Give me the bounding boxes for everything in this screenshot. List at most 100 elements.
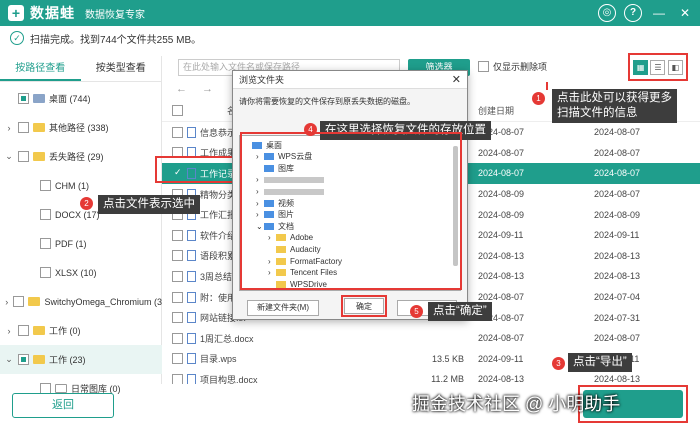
sidebar-item[interactable]: ⌄ 工作 (23) — [0, 345, 162, 374]
folder-icon — [55, 384, 67, 393]
row-checkbox[interactable] — [172, 229, 183, 241]
row-checkbox[interactable] — [172, 250, 183, 262]
sidebar-item-label: SwitchyOmega_Chromium (3 — [44, 296, 162, 307]
sidebar-item-checkbox[interactable] — [40, 209, 51, 220]
folder-icon — [28, 297, 41, 306]
row-checkbox[interactable] — [172, 373, 183, 384]
sidebar-item-label: 其他路径 (338) — [49, 123, 109, 133]
file-icon — [187, 229, 196, 241]
sidebar-item[interactable]: ⌄ 丢失路径 (29) — [0, 142, 162, 171]
sidebar-item-checkbox[interactable] — [40, 180, 51, 191]
file-icon — [187, 353, 196, 365]
folder-icon — [33, 94, 45, 103]
sidebar-item-label: PDF (1) — [55, 238, 87, 249]
file-icon — [187, 332, 196, 344]
help-icon[interactable]: ? — [624, 4, 642, 22]
sidebar-item-label: 工作 (23) — [49, 355, 86, 365]
forward-arrow-icon[interactable]: → — [202, 83, 213, 95]
row-checkbox[interactable] — [172, 332, 183, 344]
sidebar-item-checkbox[interactable] — [18, 151, 29, 162]
sidebar-item[interactable]: › 工作 (0) — [0, 316, 162, 345]
table-row[interactable]: 1周汇总.docx 2024-08-07 2024-08-07 — [162, 328, 700, 349]
dialog-title: 浏览文件夹 — [233, 71, 467, 89]
sidebar-item-checkbox[interactable] — [18, 93, 29, 104]
file-mod-date: 2024-08-13 — [594, 374, 641, 384]
badge-2: 2 — [80, 197, 93, 210]
sidebar-item-label: XLSX (10) — [55, 267, 97, 278]
file-mod-date: 2024-08-07 — [594, 189, 641, 200]
row-checkbox[interactable] — [172, 312, 183, 324]
grid-view-icon[interactable]: ▦ — [633, 59, 649, 75]
file-create-date: 2024-08-07 — [478, 333, 525, 344]
sidebar-item-checkbox[interactable] — [18, 122, 29, 133]
file-mod-date: 2024-07-31 — [594, 312, 641, 323]
file-mod-date: 2024-08-07 — [594, 333, 641, 344]
sidebar-item-label: 丢失路径 (29) — [49, 152, 104, 162]
file-mod-date: 2024-08-13 — [594, 271, 641, 282]
expand-arrow-icon[interactable]: ⌄ — [4, 354, 14, 365]
sidebar-item[interactable]: › 其他路径 (338) — [0, 113, 162, 142]
sidebar-item[interactable]: PDF (1) — [0, 229, 162, 258]
badge-5: 5 — [410, 305, 423, 318]
file-create-date: 2024-08-13 — [478, 250, 525, 261]
expand-arrow-icon[interactable]: ⌄ — [4, 151, 14, 162]
list-view-icon[interactable]: ☰ — [650, 59, 666, 75]
file-create-date: 2024-08-13 — [478, 374, 525, 384]
sidebar-item-checkbox[interactable] — [18, 354, 29, 365]
sidebar-item[interactable]: › SwitchyOmega_Chromium (3 — [0, 287, 162, 316]
sidebar-item-label: CHM (1) — [55, 180, 89, 191]
folder-tree-highlight — [240, 132, 462, 290]
detail-view-icon[interactable]: ◧ — [667, 59, 683, 75]
back-button[interactable]: 返回 — [12, 393, 114, 418]
only-deleted-checkbox[interactable] — [478, 61, 489, 72]
file-name: 目录.wps — [200, 354, 237, 365]
badge-1: 1 — [532, 92, 545, 105]
file-create-date: 2024-08-07 — [478, 147, 525, 158]
file-create-date: 2024-08-07 — [478, 168, 525, 179]
app-name: 数据蛙 — [30, 5, 75, 21]
select-all-checkbox[interactable] — [172, 105, 183, 116]
expand-arrow-icon[interactable]: › — [4, 326, 14, 336]
row-checkbox[interactable] — [172, 353, 183, 365]
selected-file-highlight — [155, 156, 235, 183]
file-icon — [187, 270, 196, 282]
scan-status: ✓ 扫描完成。找到744个文件共255 MB。 — [0, 26, 700, 50]
sidebar-item-label: 工作 (0) — [49, 326, 81, 336]
scan-status-text: 扫描完成。找到744个文件共255 MB。 — [30, 34, 202, 46]
sidebar-item-checkbox[interactable] — [18, 325, 29, 336]
sidebar-item-checkbox[interactable] — [13, 296, 25, 307]
file-size: 13.5 KB — [431, 353, 464, 364]
ok-button-highlight: 确定 — [341, 295, 387, 317]
sidebar-item[interactable]: XLSX (10) — [0, 258, 162, 287]
title-bar: + 数据蛙 数据恢复专家 ◎ ? — ✕ — [0, 0, 700, 26]
folder-icon — [33, 123, 45, 132]
row-checkbox[interactable] — [172, 270, 183, 282]
back-arrow-icon[interactable]: ← — [176, 83, 187, 95]
callout-confirm: 点击“确定” — [428, 302, 492, 321]
expand-arrow-icon[interactable]: › — [4, 123, 14, 133]
file-mod-date: 2024-08-07 — [594, 168, 641, 179]
tab-by-path[interactable]: 按路径查看 — [0, 56, 81, 81]
close-icon[interactable]: ✕ — [676, 4, 694, 22]
file-create-date: 2024-08-09 — [478, 189, 525, 200]
file-create-date: 2024-08-07 — [478, 292, 525, 303]
view-mode-group: ▦ ☰ ◧ — [628, 53, 688, 81]
minimize-icon[interactable]: — — [650, 4, 668, 22]
row-checkbox[interactable] — [172, 291, 183, 303]
dialog-close-icon[interactable]: ✕ — [452, 73, 461, 86]
ok-button[interactable]: 确定 — [344, 298, 384, 314]
file-create-date: 2024-09-11 — [478, 230, 524, 241]
sidebar-item-checkbox[interactable] — [40, 238, 51, 249]
file-icon — [187, 291, 196, 303]
settings-icon[interactable]: ◎ — [598, 4, 616, 22]
only-deleted-toggle[interactable]: 仅显示删除项 — [474, 60, 547, 73]
callout-view-mode: 点击此处可以获得更多 扫描文件的信息 — [552, 89, 677, 123]
folder-icon — [33, 326, 45, 335]
sidebar-item-checkbox[interactable] — [40, 267, 51, 278]
sidebar-item[interactable]: 桌面 (744) — [0, 84, 162, 113]
new-folder-button[interactable]: 新建文件夹(M) — [247, 300, 319, 316]
file-mod-date: 2024-08-07 — [594, 127, 641, 138]
tab-by-type[interactable]: 按类型查看 — [81, 56, 162, 81]
row-checkbox[interactable] — [172, 126, 183, 138]
expand-arrow-icon[interactable]: › — [4, 297, 9, 307]
